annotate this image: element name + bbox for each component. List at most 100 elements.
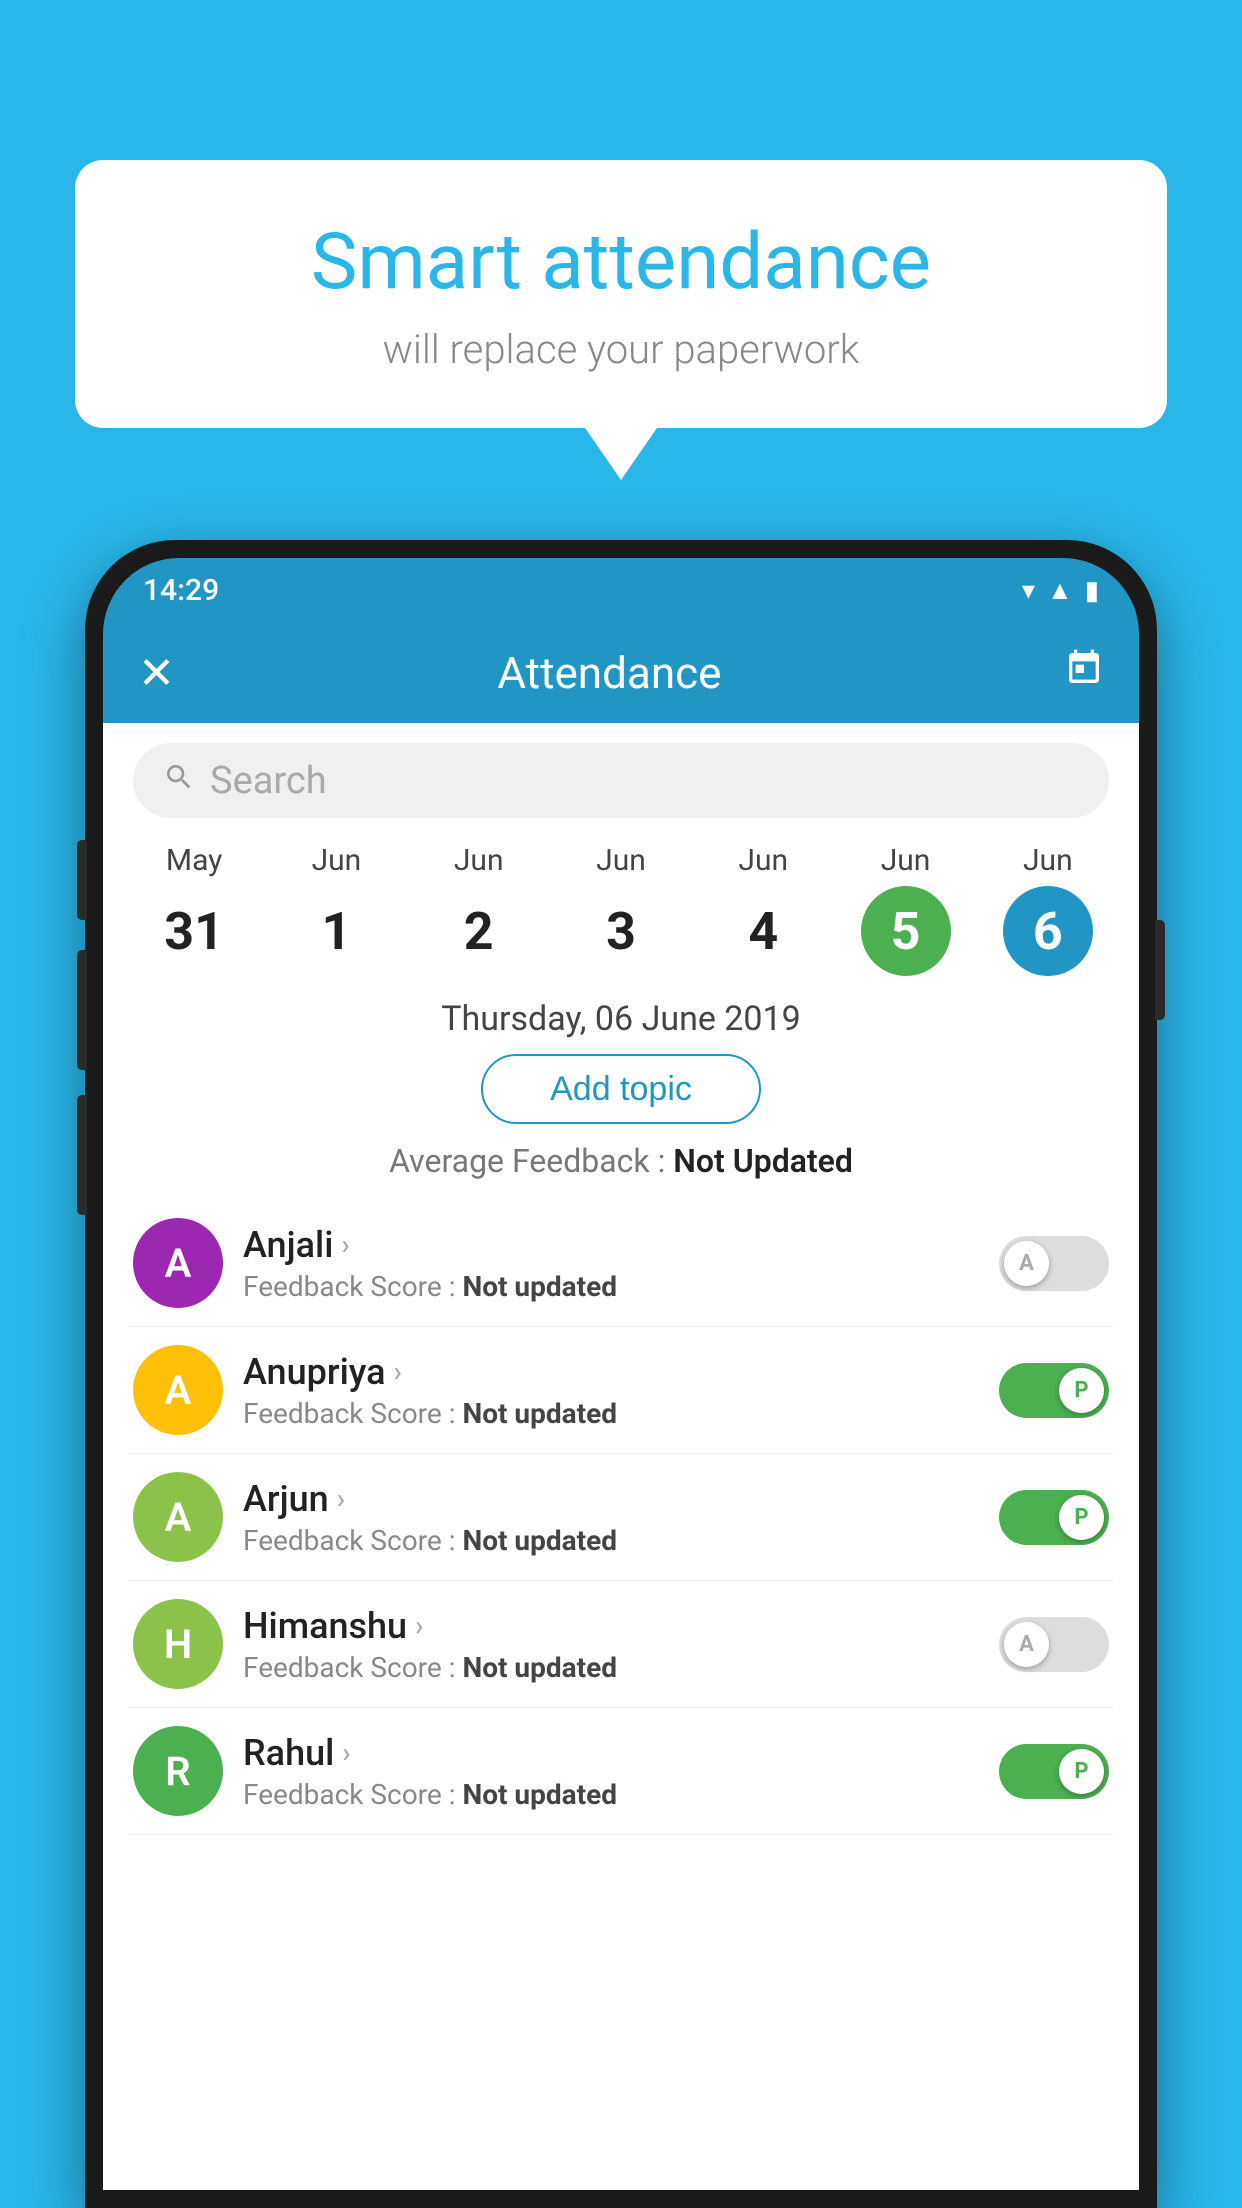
cal-date-number[interactable]: 1 <box>291 886 381 976</box>
chevron-right-icon: › <box>337 1482 345 1515</box>
cal-date-number[interactable]: 5 <box>861 886 951 976</box>
student-info: Himanshu› Feedback Score : Not updated <box>243 1605 979 1684</box>
cal-month-label: May <box>166 843 222 878</box>
student-info: Arjun› Feedback Score : Not updated <box>243 1478 979 1557</box>
student-name: Himanshu› <box>243 1605 979 1647</box>
add-topic-button[interactable]: Add topic <box>481 1054 761 1124</box>
student-item[interactable]: H Himanshu› Feedback Score : Not updated A <box>128 1581 1114 1708</box>
student-name: Rahul› <box>243 1732 979 1774</box>
cal-date-number[interactable]: 6 <box>1003 886 1093 976</box>
app-bar: ✕ Attendance <box>103 623 1139 723</box>
feedback-label: Feedback Score : <box>243 1397 455 1430</box>
side-button-right <box>1155 920 1165 1020</box>
cal-month-label: Jun <box>454 843 504 878</box>
speech-bubble: Smart attendance will replace your paper… <box>75 160 1167 428</box>
feedback-value: Not updated <box>462 1651 617 1684</box>
calendar-day[interactable]: Jun 2 <box>419 843 539 976</box>
selected-date-display: Thursday, 06 June 2019 <box>103 999 1139 1039</box>
calendar-day[interactable]: May 31 <box>134 843 254 976</box>
feedback-value: Not updated <box>462 1778 617 1811</box>
calendar-strip: May 31 Jun 1 Jun 2 Jun3 Jun 4 Jun5 Jun 6 <box>103 833 1139 981</box>
battery-icon: ▮ <box>1085 576 1099 606</box>
chevron-right-icon: › <box>342 1736 350 1769</box>
student-avatar: A <box>133 1472 223 1562</box>
feedback-label: Feedback Score : <box>243 1270 455 1303</box>
side-button-left-2 <box>77 950 87 1070</box>
app-bar-title: Attendance <box>155 647 1064 699</box>
average-feedback: Average Feedback : Not Updated <box>103 1142 1139 1180</box>
feedback-label: Feedback Score : <box>243 1524 455 1557</box>
attendance-toggle[interactable]: A <box>999 1617 1109 1672</box>
student-item[interactable]: AAnjali›Feedback Score : Not updatedA <box>128 1200 1114 1327</box>
status-bar: 14:29 ▾ ▲ ▮ <box>103 558 1139 623</box>
attendance-toggle[interactable]: P <box>999 1363 1109 1418</box>
toggle-knob: P <box>1059 1368 1104 1413</box>
calendar-day[interactable]: Jun5 <box>846 843 966 976</box>
attendance-toggle-container[interactable]: A <box>999 1236 1109 1291</box>
attendance-toggle[interactable]: A <box>999 1236 1109 1291</box>
feedback-score: Feedback Score : Not updated <box>243 1524 979 1557</box>
phone-frame: 14:29 ▾ ▲ ▮ ✕ Attendance <box>85 540 1157 2208</box>
attendance-toggle[interactable]: P <box>999 1490 1109 1545</box>
cal-date-number[interactable]: 3 <box>576 886 666 976</box>
student-info: Anupriya› Feedback Score : Not updated <box>243 1351 979 1430</box>
student-item[interactable]: R Rahul› Feedback Score : Not updated P <box>128 1708 1114 1835</box>
student-info: Rahul› Feedback Score : Not updated <box>243 1732 979 1811</box>
student-item[interactable]: A Anupriya› Feedback Score : Not updated P <box>128 1327 1114 1454</box>
search-icon <box>163 760 195 802</box>
cal-date-number[interactable]: 2 <box>434 886 524 976</box>
calendar-icon-button[interactable] <box>1064 648 1104 698</box>
chevron-right-icon: › <box>341 1228 349 1261</box>
attendance-toggle[interactable]: P <box>999 1744 1109 1799</box>
status-icons: ▾ ▲ ▮ <box>1022 575 1099 606</box>
avg-feedback-value: Not Updated <box>673 1142 853 1180</box>
student-name: Arjun› <box>243 1478 979 1520</box>
student-name: Anjali› <box>243 1224 979 1266</box>
student-avatar: A <box>133 1345 223 1435</box>
status-time: 14:29 <box>143 573 219 608</box>
feedback-score: Feedback Score : Not updated <box>243 1778 979 1811</box>
feedback-label: Feedback Score : <box>243 1651 455 1684</box>
cal-month-label: Jun <box>312 843 362 878</box>
toggle-knob: P <box>1059 1495 1104 1540</box>
feedback-score: Feedback Score : Not updated <box>243 1397 979 1430</box>
chevron-right-icon: › <box>415 1609 423 1642</box>
chevron-right-icon: › <box>394 1355 402 1388</box>
feedback-label: Feedback Score : <box>243 1778 455 1811</box>
screen-content: Search May 31 Jun 1 Jun 2 Jun3 Jun 4 Jun5 Jun 6 Thu… <box>103 723 1139 2190</box>
phone-screen: 14:29 ▾ ▲ ▮ ✕ Attendance <box>103 558 1139 2190</box>
cal-date-number[interactable]: 31 <box>149 886 239 976</box>
feedback-value: Not updated <box>462 1270 617 1303</box>
cal-month-label: Jun <box>1023 843 1073 878</box>
student-avatar: R <box>133 1726 223 1816</box>
feedback-value: Not updated <box>462 1524 617 1557</box>
cal-month-label: Jun <box>738 843 788 878</box>
toggle-knob: P <box>1059 1749 1104 1794</box>
calendar-day[interactable]: Jun3 <box>561 843 681 976</box>
toggle-knob: A <box>1004 1241 1049 1286</box>
avg-feedback-label: Average Feedback : <box>389 1142 665 1180</box>
student-item[interactable]: A Arjun› Feedback Score : Not updated P <box>128 1454 1114 1581</box>
calendar-day[interactable]: Jun 4 <box>703 843 823 976</box>
student-info: Anjali› Feedback Score : Not updated <box>243 1224 979 1303</box>
feedback-score: Feedback Score : Not updated <box>243 1651 979 1684</box>
student-name-text: Arjun <box>243 1478 329 1520</box>
cal-date-number[interactable]: 4 <box>718 886 808 976</box>
student-avatar: H <box>133 1599 223 1689</box>
student-name: Anupriya› <box>243 1351 979 1393</box>
attendance-toggle-container[interactable]: P <box>999 1490 1109 1545</box>
speech-bubble-container: Smart attendance will replace your paper… <box>75 160 1167 428</box>
student-name-text: Rahul <box>243 1732 334 1774</box>
attendance-toggle-container[interactable]: P <box>999 1363 1109 1418</box>
calendar-day[interactable]: Jun 1 <box>276 843 396 976</box>
attendance-toggle-container[interactable]: A <box>999 1617 1109 1672</box>
student-name-text: Himanshu <box>243 1605 407 1647</box>
calendar-day[interactable]: Jun 6 <box>988 843 1108 976</box>
feedback-score: Feedback Score : Not updated <box>243 1270 979 1303</box>
student-list: AAnjali›Feedback Score : Not updatedAAAn… <box>103 1200 1139 1835</box>
attendance-toggle-container[interactable]: P <box>999 1744 1109 1799</box>
side-button-left-1 <box>77 840 87 920</box>
search-bar[interactable]: Search <box>133 743 1109 818</box>
search-input[interactable]: Search <box>210 759 327 803</box>
toggle-knob: A <box>1004 1622 1049 1667</box>
